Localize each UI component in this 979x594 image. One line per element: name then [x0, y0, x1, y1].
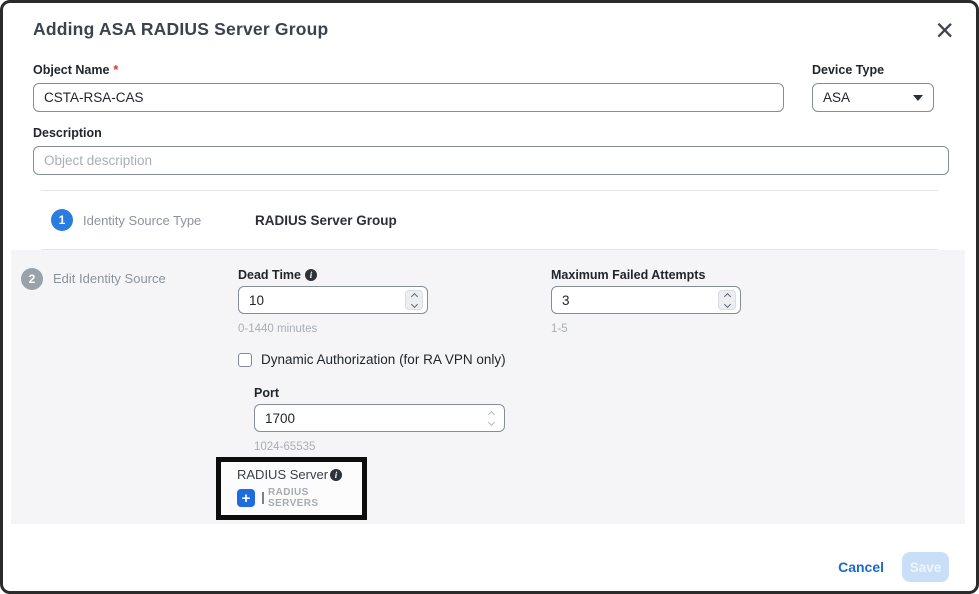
- name-device-row: Object Name * Device Type ASA: [33, 63, 949, 112]
- chevron-down-icon: [913, 95, 923, 101]
- step-2-row: 2 Edit Identity Source: [21, 268, 238, 524]
- description-label: Description: [33, 126, 949, 140]
- step-2-label: Edit Identity Source: [53, 268, 166, 290]
- description-input[interactable]: [33, 146, 949, 175]
- step-2-badge: 2: [21, 268, 43, 290]
- device-type-group: Device Type ASA: [812, 63, 934, 112]
- object-name-input[interactable]: [33, 83, 784, 112]
- port-group: Port 1024-65535: [254, 386, 505, 453]
- stepper-up-icon[interactable]: [410, 292, 417, 299]
- max-failed-attempts-label-text: Maximum Failed Attempts: [551, 268, 705, 282]
- port-label: Port: [254, 386, 505, 400]
- radius-server-label: RADIUS Server: [237, 467, 328, 482]
- modal-footer: Cancel Save: [3, 552, 976, 582]
- add-radius-server-row: + RADIUS SERVERS: [237, 487, 362, 509]
- stepper-up-icon[interactable]: [487, 410, 494, 417]
- dead-time-stepper[interactable]: [405, 290, 423, 310]
- description-group: Description: [33, 126, 949, 175]
- info-icon[interactable]: i: [330, 469, 342, 481]
- dead-time-label: Dead Time i: [238, 268, 428, 282]
- max-failed-attempts-input[interactable]: [551, 286, 741, 314]
- step-1-row: 1 Identity Source Type RADIUS Server Gro…: [33, 191, 949, 249]
- dynamic-auth-row: Dynamic Authorization (for RA VPN only): [238, 352, 955, 367]
- device-type-value: ASA: [823, 90, 850, 105]
- info-icon[interactable]: i: [305, 269, 317, 281]
- port-label-text: Port: [254, 386, 279, 400]
- radius-servers-button-label[interactable]: RADIUS SERVERS: [268, 487, 362, 509]
- modal-dialog: Adding ASA RADIUS Server Group × Object …: [0, 0, 979, 594]
- close-icon[interactable]: ×: [935, 17, 954, 43]
- description-label-text: Description: [33, 126, 102, 140]
- dead-time-hint: 0-1440 minutes: [238, 323, 428, 335]
- step-2-form: Dead Time i 0-1440 minutes Maximum: [238, 268, 955, 524]
- object-name-label-text: Object Name: [33, 63, 109, 77]
- port-input[interactable]: [254, 404, 505, 432]
- dynamic-auth-checkbox[interactable]: [238, 353, 252, 367]
- modal-body: Object Name * Device Type ASA Descriptio…: [3, 63, 976, 250]
- separator-bar: [262, 492, 264, 504]
- save-button[interactable]: Save: [902, 552, 949, 582]
- modal-title: Adding ASA RADIUS Server Group: [33, 19, 328, 40]
- cancel-button[interactable]: Cancel: [838, 559, 884, 575]
- step-1-value: RADIUS Server Group: [255, 213, 397, 228]
- device-type-label: Device Type: [812, 63, 934, 77]
- stepper-down-icon[interactable]: [723, 300, 730, 307]
- dynamic-auth-label: Dynamic Authorization (for RA VPN only): [261, 352, 506, 367]
- max-failed-attempts-stepper[interactable]: [718, 290, 736, 310]
- max-failed-attempts-input-wrap: [551, 286, 741, 314]
- radius-server-label-row: RADIUS Server i: [237, 467, 362, 482]
- object-name-label: Object Name *: [33, 63, 784, 77]
- device-type-label-text: Device Type: [812, 63, 884, 77]
- max-failed-attempts-label: Maximum Failed Attempts: [551, 268, 741, 282]
- modal-header: Adding ASA RADIUS Server Group ×: [3, 3, 976, 43]
- port-input-wrap: [254, 404, 505, 432]
- dead-time-group: Dead Time i 0-1440 minutes: [238, 268, 428, 335]
- step-1-label: Identity Source Type: [83, 213, 201, 228]
- stepper-down-icon[interactable]: [410, 300, 417, 307]
- object-name-group: Object Name *: [33, 63, 784, 112]
- port-stepper[interactable]: [482, 408, 500, 428]
- step-2-panel: 2 Edit Identity Source Dead Time i: [11, 250, 965, 524]
- max-failed-attempts-hint: 1-5: [551, 323, 741, 335]
- max-failed-attempts-group: Maximum Failed Attempts 1-5: [551, 268, 741, 335]
- stepper-up-icon[interactable]: [723, 292, 730, 299]
- radius-server-annotation-box: RADIUS Server i + RADIUS SERVERS: [216, 457, 367, 520]
- port-hint: 1024-65535: [254, 441, 505, 453]
- device-type-select[interactable]: ASA: [812, 83, 934, 112]
- required-asterisk: *: [113, 63, 118, 77]
- dead-time-input-wrap: [238, 286, 428, 314]
- step-1-badge: 1: [51, 209, 73, 231]
- dead-time-max-attempts-row: Dead Time i 0-1440 minutes Maximum: [238, 268, 955, 335]
- dead-time-input[interactable]: [238, 286, 428, 314]
- dead-time-label-text: Dead Time: [238, 268, 301, 282]
- stepper-down-icon[interactable]: [487, 418, 494, 425]
- add-icon[interactable]: +: [237, 489, 255, 507]
